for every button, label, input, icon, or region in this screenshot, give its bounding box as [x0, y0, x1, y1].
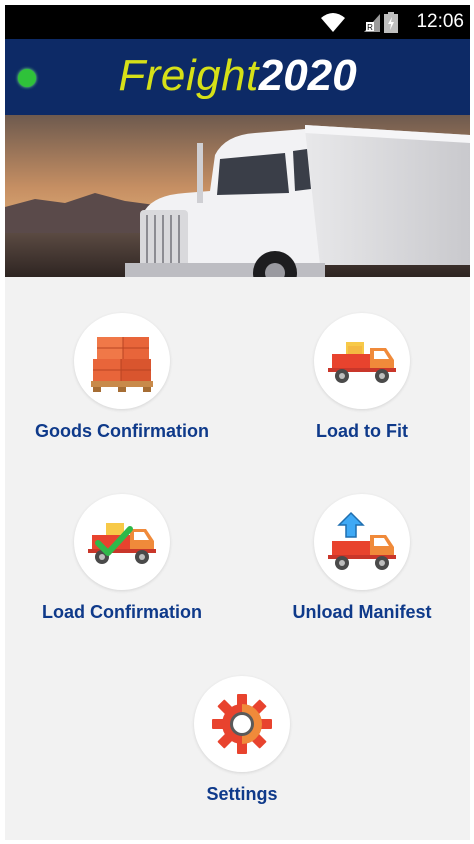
brand-name-part1: Freight — [118, 51, 259, 100]
brand-name-part2: 2020 — [258, 51, 357, 100]
goods-confirmation-icon-circle[interactable] — [74, 313, 170, 409]
loaded-truck-icon — [328, 342, 396, 383]
gear-icon — [212, 694, 272, 754]
settings-icon-circle[interactable] — [194, 676, 290, 772]
hero-banner-image — [5, 115, 470, 277]
boxes-on-pallet-icon — [91, 337, 153, 392]
load-to-fit-label[interactable]: Load to Fit — [252, 421, 470, 442]
svg-text:R: R — [367, 23, 373, 32]
status-bar: R 12:06 — [5, 5, 470, 39]
goods-confirmation-tile[interactable]: Goods Confirmation — [12, 313, 232, 442]
app-header: Freight2020 — [5, 39, 470, 115]
load-confirmation-label[interactable]: Load Confirmation — [12, 602, 232, 623]
unload-manifest-icon-circle[interactable] — [314, 494, 410, 590]
load-to-fit-tile[interactable]: Load to Fit — [252, 313, 470, 442]
load-confirmation-icon-circle[interactable] — [74, 494, 170, 590]
battery-icon — [384, 12, 398, 33]
settings-tile[interactable]: Settings — [132, 676, 352, 805]
load-confirmation-tile[interactable]: Load Confirmation — [12, 494, 232, 623]
settings-label[interactable]: Settings — [132, 784, 352, 805]
goods-confirmation-label[interactable]: Goods Confirmation — [12, 421, 232, 442]
unload-manifest-label[interactable]: Unload Manifest — [252, 602, 470, 623]
truck-unload-arrow-icon — [328, 511, 396, 570]
sim-icon: R — [364, 14, 380, 32]
unload-manifest-tile[interactable]: Unload Manifest — [252, 494, 470, 623]
status-time: 12:06 — [416, 11, 464, 32]
load-to-fit-icon-circle[interactable] — [314, 313, 410, 409]
app-screen: R 12:06 Freight2020 Goods Confirmation L… — [5, 5, 470, 840]
app-logo: Freight2020 — [5, 49, 470, 103]
truck-checkmark-icon — [88, 523, 156, 564]
wifi-icon — [321, 13, 345, 32]
